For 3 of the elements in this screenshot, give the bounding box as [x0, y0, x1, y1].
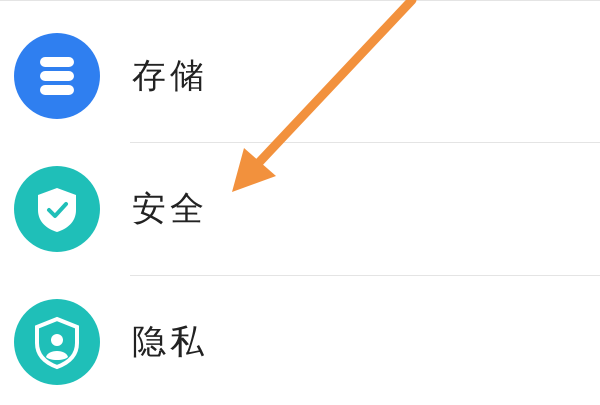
setting-label[interactable]: 安全	[132, 186, 208, 232]
setting-label[interactable]: 隐私	[132, 318, 208, 364]
setting-label[interactable]: 存储	[132, 52, 208, 98]
